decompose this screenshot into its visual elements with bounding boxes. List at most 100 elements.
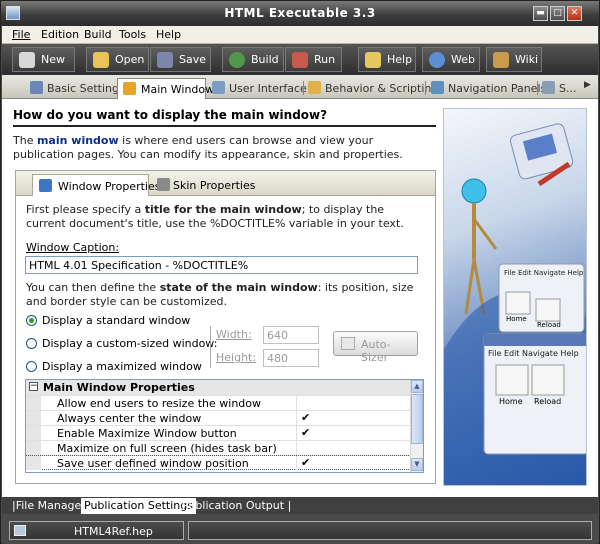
tab-file-manager[interactable]: |File Manager	[12, 499, 86, 512]
row-margin	[26, 426, 41, 440]
behavior-scripting-icon	[308, 81, 321, 94]
auto-sizer-button[interactable]: Auto-Sizer	[333, 331, 418, 364]
build-label: Build	[251, 53, 279, 66]
tab-skin-properties[interactable]: Skin Properties	[151, 174, 261, 196]
menu-tools[interactable]: Tools	[119, 28, 146, 41]
tab-scroll-right-icon[interactable]: ▶	[584, 80, 591, 90]
wiki-label: Wiki	[515, 53, 539, 66]
checkmark-icon: ✔	[301, 411, 311, 424]
collapse-icon[interactable]: −	[29, 382, 38, 391]
property-row-fullscreen[interactable]: Maximize on full screen (hides task bar)	[26, 440, 411, 455]
open-button[interactable]: Open	[86, 47, 149, 72]
new-button[interactable]: New	[12, 47, 75, 72]
new-label: New	[41, 53, 65, 66]
property-row-center[interactable]: Always center the window ✔	[26, 410, 411, 425]
auto-sizer-icon	[341, 337, 355, 350]
main-window-icon	[123, 82, 136, 95]
property-row-maximize-button[interactable]: Enable Maximize Window button ✔	[26, 425, 411, 440]
width-label: Width:	[216, 328, 252, 341]
tab-basic-settings[interactable]: Basic Settings	[30, 78, 125, 99]
wiki-icon	[493, 52, 509, 68]
save-button[interactable]: Save	[150, 47, 211, 72]
property-checkbox[interactable]: ✔	[296, 411, 411, 425]
close-button[interactable]: ✕	[567, 6, 582, 21]
properties-scrollbar[interactable]: ▲ ▼	[410, 380, 423, 472]
radio-custom-window[interactable]: Display a custom-sized window:	[26, 337, 226, 351]
radio-standard-window[interactable]: Display a standard window	[26, 314, 226, 328]
tab-user-interface[interactable]: User Interface	[212, 78, 307, 99]
help-label: Help	[387, 53, 413, 66]
tab-behavior-scripting[interactable]: Behavior & Scripting	[308, 78, 438, 99]
menu-edition[interactable]: Edition	[41, 28, 79, 41]
property-name: Enable Maximize Window button	[57, 427, 237, 440]
window-caption-label: Window Caption:	[26, 241, 120, 254]
side-illustration: File Edit Navigate Help Home Reload File…	[443, 108, 587, 486]
property-row-resize[interactable]: Allow end users to resize the window	[26, 395, 411, 410]
scroll-thumb[interactable]	[411, 394, 423, 444]
height-input[interactable]: 480	[263, 349, 319, 367]
web-label: Web	[451, 53, 475, 66]
tab-more[interactable]: S...	[542, 78, 580, 99]
build-globe-icon	[229, 52, 245, 68]
status-file-name: HTML4Ref.hep	[74, 525, 153, 538]
save-label: Save	[179, 53, 207, 66]
new-project-icon	[19, 52, 35, 68]
row-margin	[26, 411, 41, 425]
property-name: Allow end users to resize the window	[57, 397, 261, 410]
build-button[interactable]: Build	[222, 47, 284, 72]
title-bar[interactable]: HTML Executable 3.3 ▬ □ ✕	[1, 1, 599, 26]
row-margin	[26, 441, 41, 455]
basic-settings-icon	[30, 81, 43, 94]
intro-text: The main window is where end users can b…	[13, 134, 403, 161]
tab-label: Main Window	[141, 83, 215, 96]
help-icon	[365, 52, 381, 68]
property-name: Always center the window	[57, 412, 202, 425]
page-title: How do you want to display the main wind…	[13, 108, 328, 122]
menu-help[interactable]: Help	[156, 28, 181, 41]
app-window: HTML Executable 3.3 ▬ □ ✕ File Edition B…	[0, 0, 600, 544]
tab-publication-settings[interactable]: Publication Settings	[81, 498, 196, 514]
menu-file[interactable]: File	[12, 28, 30, 41]
radio-maximized-window[interactable]: Display a maximized window	[26, 360, 226, 374]
width-input[interactable]: 640	[263, 326, 319, 344]
tab-main-window[interactable]: Main Window	[117, 78, 214, 99]
window-caption-input[interactable]	[25, 256, 418, 274]
more-tab-icon	[542, 81, 555, 94]
scroll-up-icon[interactable]: ▲	[411, 380, 423, 393]
property-row-save-position[interactable]: Save user defined window position ✔	[26, 455, 411, 470]
wiki-button[interactable]: Wiki	[486, 47, 542, 72]
run-button[interactable]: Run	[285, 47, 342, 72]
scroll-down-icon[interactable]: ▼	[411, 458, 423, 471]
illustration-graphic	[444, 123, 586, 485]
tab-publication-output[interactable]: Publication Output |	[182, 499, 291, 512]
radio-dot	[26, 361, 37, 372]
title-instructions: First please specify a title for the mai…	[26, 203, 404, 230]
run-icon	[292, 52, 308, 68]
tab-label: Navigation Panels	[448, 82, 547, 95]
radio-label: Display a custom-sized window:	[42, 337, 218, 350]
help-button[interactable]: Help	[358, 47, 416, 72]
tab-navigation-panels[interactable]: Navigation Panels	[431, 78, 546, 99]
tab-window-properties[interactable]: Window Properties	[32, 174, 160, 196]
row-margin	[26, 456, 41, 470]
maximize-button[interactable]: □	[550, 6, 565, 21]
status-file-panel: HTML4Ref.hep	[9, 521, 184, 540]
open-folder-icon	[93, 52, 109, 68]
radio-dot	[26, 315, 37, 326]
state-instructions: You can then define the state of the mai…	[26, 281, 414, 308]
properties-header[interactable]: − Main Window Properties	[26, 380, 411, 395]
radio-label: Display a standard window	[42, 314, 191, 327]
row-margin	[26, 396, 41, 410]
para1-bold: title for the main window	[144, 203, 302, 216]
minimize-button[interactable]: ▬	[533, 6, 548, 21]
height-label: Height:	[216, 351, 257, 364]
tab-label: Behavior & Scripting	[325, 82, 439, 95]
web-button[interactable]: Web	[422, 47, 480, 72]
property-checkbox[interactable]: ✔	[296, 456, 411, 470]
main-window-page: How do you want to display the main wind…	[2, 99, 598, 497]
property-checkbox[interactable]	[296, 396, 411, 410]
menu-build[interactable]: Build	[84, 28, 112, 41]
property-checkbox[interactable]: ✔	[296, 426, 411, 440]
para2-bold: state of the main window	[159, 281, 318, 294]
property-checkbox[interactable]	[296, 441, 411, 455]
